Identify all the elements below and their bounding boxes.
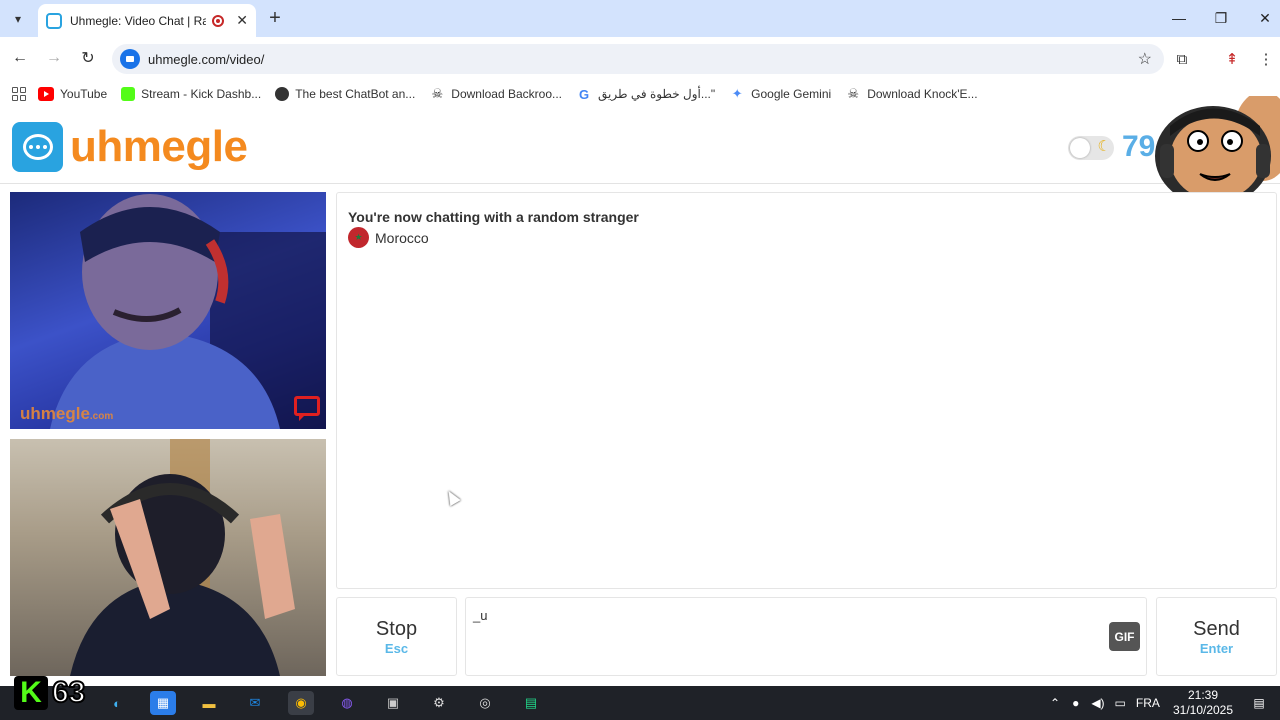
minimize-button[interactable]: —	[1164, 6, 1194, 30]
arrow-right-icon: →	[46, 49, 62, 66]
stop-button[interactable]: Stop Esc	[336, 597, 457, 676]
uhmegle-watermark: uhmegle.com	[20, 404, 113, 424]
toggle-knob	[1070, 138, 1090, 158]
new-tab-button[interactable]: +	[264, 6, 286, 30]
watermark-text: uhmegle	[20, 404, 90, 423]
app-window-icon[interactable]: ▣	[380, 691, 406, 715]
extensions-icon[interactable]: ⧉	[1170, 47, 1194, 71]
dark-mode-toggle[interactable]: ☾	[1068, 136, 1114, 160]
report-flag-icon[interactable]	[294, 396, 320, 421]
watermark-suffix: .com	[89, 411, 114, 422]
skull-icon: ☠	[431, 86, 444, 101]
chevron-up-icon[interactable]: ⌃	[1050, 696, 1060, 710]
site-header: uhmegle ☾ 79	[0, 112, 1280, 184]
bookmark-knockedout[interactable]: ☠ Download Knock'E...	[845, 86, 978, 101]
notifications-icon[interactable]: ▤	[1246, 691, 1272, 715]
google-icon: G	[578, 86, 590, 102]
site-logo[interactable]: uhmegle	[70, 122, 248, 172]
reload-icon: ↻	[81, 50, 95, 67]
bookmark-chatbot[interactable]: The best ChatBot an...	[275, 87, 415, 101]
stop-shortcut: Esc	[384, 640, 409, 656]
kick-viewer-overlay: K 63	[14, 675, 86, 710]
bookmark-label: The best ChatBot an...	[295, 87, 416, 101]
apps-grid-icon[interactable]	[12, 87, 26, 101]
youtube-icon	[38, 87, 54, 101]
moon-icon: ☾	[1097, 138, 1111, 155]
steam-icon[interactable]: ⚙	[426, 691, 452, 715]
bookmark-label: Download Knock'E...	[867, 87, 978, 101]
forward-button[interactable]: →	[42, 46, 66, 70]
volume-icon[interactable]: ◀)	[1091, 696, 1104, 710]
pycharm-icon[interactable]: ▤	[518, 691, 544, 715]
message-input[interactable]: _u	[465, 597, 1147, 676]
bookmark-gemini[interactable]: ✦ Google Gemini	[729, 86, 832, 101]
bookmark-backrooms[interactable]: ☠ Download Backroo...	[429, 86, 563, 101]
restore-button[interactable]: ❐	[1206, 6, 1236, 30]
country-name: Morocco	[375, 229, 429, 246]
bookmark-google[interactable]: G أول خطوة في طريق..."	[576, 86, 716, 102]
clock-date: 31/10/2025	[1172, 703, 1234, 717]
kick-viewer-count: 63	[51, 675, 86, 710]
clock-time: 21:39	[1187, 688, 1219, 702]
clock[interactable]: 21:39 31/10/2025	[1172, 688, 1234, 718]
recording-icon	[212, 14, 225, 27]
morocco-flag-icon: ★	[348, 227, 369, 248]
bookmark-kick[interactable]: Stream - Kick Dashb...	[121, 87, 261, 101]
send-shortcut: Enter	[1199, 640, 1234, 656]
bookmark-label: Google Gemini	[751, 87, 832, 101]
bookmark-youtube[interactable]: YouTube	[38, 87, 107, 101]
site-info-icon[interactable]	[120, 49, 140, 69]
browser-tab[interactable]: Uhmegle: Video Chat | Random ✕	[38, 4, 256, 37]
mail-icon[interactable]: ✉	[242, 691, 268, 715]
language-indicator[interactable]: FRA	[1136, 696, 1160, 710]
stranger-video: uhmegle.com	[10, 192, 326, 429]
store-icon[interactable]: ▦	[150, 691, 176, 715]
bookmark-label: Download Backroo...	[451, 87, 563, 101]
send-label: Send	[1193, 617, 1240, 640]
self-video	[10, 439, 326, 676]
gif-button[interactable]: GIF	[1109, 622, 1140, 651]
kick-icon	[121, 87, 136, 101]
menu-kebab-icon[interactable]: ⋮	[1254, 47, 1278, 71]
file-explorer-icon[interactable]: ▬	[196, 691, 222, 715]
network-icon[interactable]: ▭	[1115, 696, 1126, 710]
taskbar: ◐ ▦ ▬ ✉ ◉ ◍ ▣ ⚙ ◎ ▤ ⌃ ● ◀) ▭ FRA 21:39 3…	[0, 686, 1280, 720]
gemini-icon: ✦	[731, 86, 743, 101]
close-tab-icon[interactable]: ✕	[236, 12, 248, 29]
microphone-icon[interactable]: ●	[1072, 696, 1079, 710]
uhmegle-favicon-icon	[46, 12, 62, 29]
tab-strip: ▾ Uhmegle: Video Chat | Random ✕ + — ❐ ✕	[0, 0, 1280, 37]
kick-logo-icon: K	[14, 676, 48, 710]
stranger-country: ★ Morocco	[348, 227, 429, 248]
obs-icon[interactable]: ◎	[472, 691, 498, 715]
close-window-button[interactable]: ✕	[1250, 6, 1280, 30]
chatbot-icon	[275, 87, 290, 101]
reload-button[interactable]: ↻	[76, 46, 100, 70]
skull-icon: ☠	[847, 86, 860, 101]
pin-extension-icon[interactable]: ⇞	[1220, 47, 1244, 71]
bookmark-label: YouTube	[60, 87, 108, 101]
bookmark-label: Stream - Kick Dashb...	[141, 87, 262, 101]
tab-title: Uhmegle: Video Chat | Random	[70, 13, 207, 28]
bookmark-star-icon[interactable]: ☆	[1138, 49, 1152, 69]
chrome-icon[interactable]: ◉	[288, 691, 314, 715]
discord-icon[interactable]: ◍	[334, 691, 360, 715]
edge-icon[interactable]: ◐	[104, 691, 130, 715]
chat-log: You're now chatting with a random strang…	[336, 192, 1277, 589]
system-tray: ⌃ ● ◀) ▭ FRA	[1050, 686, 1160, 720]
browser-toolbar: ← → ↻ uhmegle.com/video/ ☆ ⧉ ⇞ ⋮	[0, 37, 1280, 79]
tab-search-button[interactable]: ▾	[6, 7, 30, 31]
back-button[interactable]: ←	[8, 46, 32, 70]
address-bar[interactable]: uhmegle.com/video/ ☆	[112, 44, 1164, 74]
send-button[interactable]: Send Enter	[1156, 597, 1277, 676]
bookmark-label: أول خطوة في طريق..."	[598, 87, 716, 101]
chat-bubble-logo-icon[interactable]	[12, 122, 63, 172]
url-text: uhmegle.com/video/	[148, 51, 265, 67]
bookmarks-bar: YouTube Stream - Kick Dashb... The best …	[0, 79, 1280, 109]
stop-label: Stop	[375, 617, 418, 640]
arrow-left-icon: ←	[12, 49, 28, 66]
chevron-down-icon: ▾	[14, 12, 22, 26]
chat-status-message: You're now chatting with a random strang…	[348, 209, 639, 225]
